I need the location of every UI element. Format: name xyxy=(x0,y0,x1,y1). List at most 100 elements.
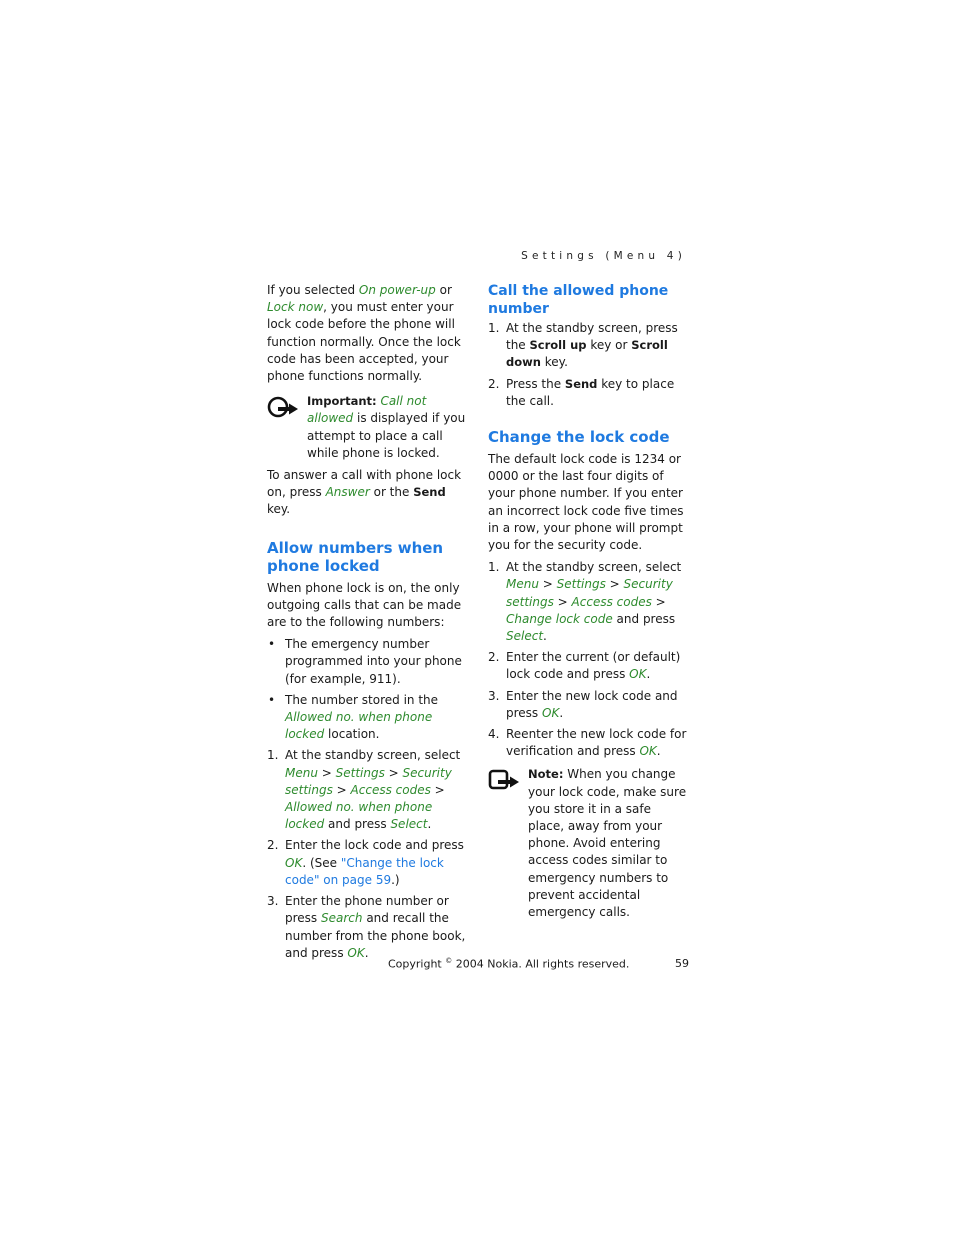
intro-paragraph: If you selected On power-up or Lock now,… xyxy=(267,282,467,385)
text: or the xyxy=(369,485,414,500)
text: . xyxy=(559,705,564,720)
answer-paragraph: To answer a call with phone lock on, pre… xyxy=(267,467,467,519)
step-number: 4. xyxy=(488,727,500,742)
allow-numbers-heading: Allow numbers when phone locked xyxy=(267,538,444,575)
step: 2. Press the Send key to place the call. xyxy=(488,376,688,410)
allow-steps: 1. At the standby screen, select Menu > S… xyxy=(267,747,467,961)
text: Enter the new lock code and press xyxy=(506,688,678,720)
text: and press xyxy=(612,611,676,626)
menu-term: Access codes xyxy=(571,594,652,609)
text: .) xyxy=(391,872,400,887)
note-label: Note: xyxy=(528,767,564,782)
left-column: If you selected On power-up or Lock now,… xyxy=(267,282,467,966)
allow-intro: When phone lock is on, the only outgoing… xyxy=(267,580,462,630)
call-allowed-heading: Call the allowed phone number xyxy=(488,283,669,317)
step: 2. Enter the lock code and press OK. (See… xyxy=(267,837,467,889)
menu-term: Settings xyxy=(335,765,385,780)
text: key. xyxy=(540,355,568,370)
important-callout: Important: Call not allowed is displayed… xyxy=(267,393,467,462)
copyright-footer: Copyright © 2004 Nokia. All rights reser… xyxy=(388,957,629,971)
menu-term: Settings xyxy=(556,577,606,592)
step: 2. Enter the current (or default) lock co… xyxy=(488,649,688,683)
bullet: • xyxy=(268,637,276,652)
important-label: Important: xyxy=(307,394,377,409)
step-number: 2. xyxy=(488,376,500,391)
text: . xyxy=(543,629,547,644)
step-number: 2. xyxy=(267,838,279,853)
menu-term: OK xyxy=(347,945,365,960)
step: 1. At the standby screen, press the Scrol… xyxy=(488,320,688,372)
text: . xyxy=(646,667,651,682)
separator: > xyxy=(538,577,557,592)
separator: > xyxy=(332,782,351,797)
key-name: Send xyxy=(413,485,446,500)
separator: > xyxy=(430,782,445,797)
menu-term: OK xyxy=(639,744,657,759)
key-name: Scroll up xyxy=(529,338,587,353)
step: 1. At the standby screen, select Menu > S… xyxy=(488,559,688,645)
separator: > xyxy=(651,594,666,609)
menu-term: Select xyxy=(390,817,428,832)
step-number: 3. xyxy=(488,688,500,703)
text: . xyxy=(656,744,661,759)
separator: > xyxy=(605,577,624,592)
menu-term: Access codes xyxy=(350,782,431,797)
text: and press xyxy=(324,817,391,832)
text: 2004 Nokia. All rights reserved. xyxy=(452,957,630,971)
text: Copyright xyxy=(388,957,446,971)
change-lock-code-heading: Change the lock code xyxy=(488,428,670,447)
text: Enter the current (or default) lock code… xyxy=(506,650,681,682)
text: The emergency number programmed into you… xyxy=(285,637,462,686)
step: 3. Enter the phone number or press Search… xyxy=(267,893,467,962)
text: . xyxy=(427,817,432,832)
menu-term: Change lock code xyxy=(506,611,613,626)
separator: > xyxy=(384,765,403,780)
right-column: Call the allowed phone number 1. At the s… xyxy=(488,282,688,926)
note-icon xyxy=(488,770,519,790)
menu-term: Select xyxy=(506,629,544,644)
step-number: 1. xyxy=(488,560,500,575)
step-number: 1. xyxy=(267,748,279,763)
step: 3. Enter the new lock code and press OK. xyxy=(488,688,688,722)
text: At the standby screen, select xyxy=(506,560,682,575)
allowed-list: • The emergency number programmed into yo… xyxy=(267,636,467,743)
step: 4. Reenter the new lock code for verifica… xyxy=(488,726,688,760)
text: key or xyxy=(586,338,632,353)
step: 1. At the standby screen, select Menu > S… xyxy=(267,747,467,833)
text: or xyxy=(435,283,452,297)
menu-term: Answer xyxy=(325,485,370,500)
list-item: • The number stored in the Allowed no. wh… xyxy=(267,692,467,744)
note-callout: Note: When you change your lock code, ma… xyxy=(488,766,688,921)
running-header: Settings (Menu 4) xyxy=(521,250,686,262)
menu-term: Search xyxy=(321,911,363,926)
call-steps: 1. At the standby screen, press the Scrol… xyxy=(488,320,688,410)
text: The number stored in the xyxy=(285,692,439,707)
menu-term: Menu xyxy=(285,765,318,780)
menu-term: On power-up xyxy=(358,283,436,297)
text: Enter the lock code and press xyxy=(285,838,464,853)
step-number: 2. xyxy=(488,650,500,665)
key-name: Send xyxy=(564,376,598,391)
menu-term: OK xyxy=(629,667,647,682)
list-item: • The emergency number programmed into yo… xyxy=(267,636,467,688)
text: location. xyxy=(324,727,380,742)
page-number: 59 xyxy=(675,957,689,970)
menu-term: OK xyxy=(542,705,560,720)
text: key. xyxy=(267,502,291,517)
step-number: 3. xyxy=(267,894,279,909)
menu-term: OK xyxy=(285,855,303,870)
change-intro: The default lock code is 1234 or 0000 or… xyxy=(488,452,684,553)
separator: > xyxy=(553,594,572,609)
separator: > xyxy=(317,765,336,780)
text: If you selected xyxy=(267,283,359,297)
menu-term: Lock now xyxy=(267,300,324,315)
text: . (See xyxy=(302,855,341,870)
text: When you change your lock code, make sur… xyxy=(528,767,687,920)
step-number: 1. xyxy=(488,321,500,335)
text: At the standby screen, select xyxy=(285,748,461,763)
text: . xyxy=(364,945,369,960)
important-icon xyxy=(267,396,298,418)
menu-term: Menu xyxy=(506,577,539,592)
change-steps: 1. At the standby screen, select Menu > S… xyxy=(488,559,688,760)
bullet: • xyxy=(268,692,276,707)
